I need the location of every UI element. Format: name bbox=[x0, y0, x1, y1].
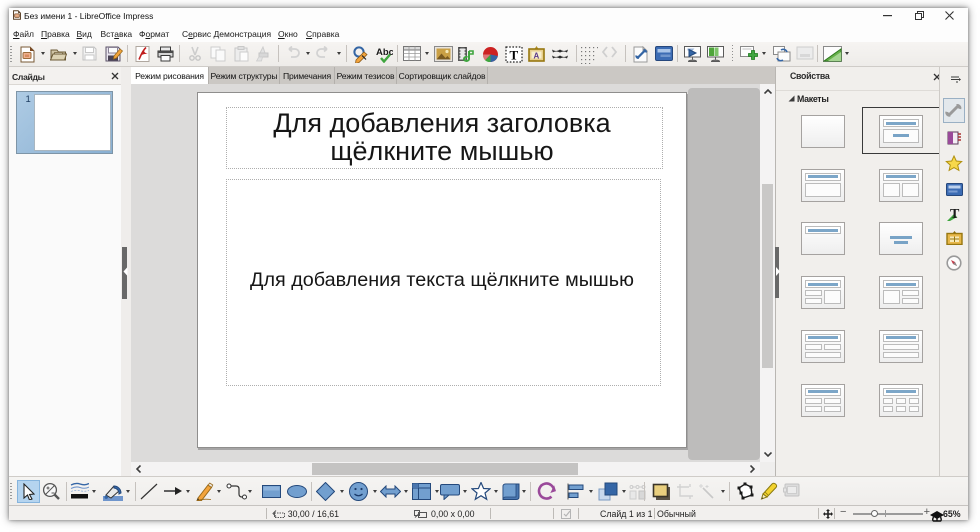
svg-text:Abc: Abc bbox=[376, 47, 393, 58]
svg-text:T: T bbox=[950, 207, 960, 222]
svg-text:A: A bbox=[533, 52, 539, 61]
svg-text:T: T bbox=[509, 48, 518, 63]
